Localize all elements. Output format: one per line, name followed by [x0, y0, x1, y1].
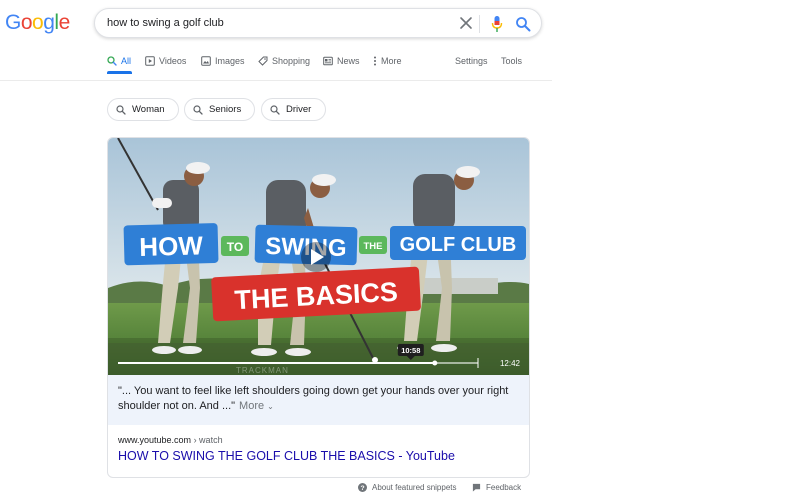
active-tab-indicator	[107, 71, 132, 74]
hover-time-label: 10:58	[401, 346, 420, 355]
title-word-how: HOW	[139, 230, 204, 262]
tab-all[interactable]: All	[107, 54, 131, 68]
result-breadcrumb: › watch	[193, 435, 223, 445]
search-icon	[116, 104, 126, 115]
help-icon: ?	[358, 482, 367, 492]
chip-driver[interactable]: Driver	[261, 98, 326, 121]
tab-more-label: More	[381, 56, 402, 66]
chip-label: Woman	[132, 104, 165, 115]
tab-images[interactable]: Images	[201, 54, 245, 68]
title-word-to: TO	[227, 240, 243, 254]
video-thumbnail[interactable]: HOW TO SWING THE GOLF CLUB THE BASICS TR…	[108, 138, 529, 375]
clear-icon[interactable]	[459, 16, 473, 30]
chevron-down-icon: ⌄	[267, 402, 274, 411]
play-button[interactable]	[301, 242, 331, 272]
video-duration: 12:42	[500, 359, 521, 368]
search-divider	[479, 15, 480, 33]
title-word-the: THE	[364, 241, 383, 252]
logo-letter: g	[43, 11, 55, 34]
tools-link[interactable]: Tools	[501, 54, 522, 68]
feedback-link[interactable]: Feedback	[472, 481, 521, 493]
grandstand	[418, 278, 498, 294]
result-url: www.youtube.com › watch	[118, 435, 223, 445]
snippet-transcript: "... You want to feel like left shoulder…	[108, 375, 529, 425]
logo-letter: o	[20, 11, 33, 34]
progress-thumb[interactable]	[432, 360, 438, 366]
tab-videos[interactable]: Videos	[145, 54, 186, 68]
more-label: More	[239, 400, 265, 412]
tab-news-label: News	[337, 56, 360, 66]
tab-more[interactable]: More	[373, 54, 402, 68]
tab-videos-label: Videos	[159, 56, 187, 66]
search-icon	[270, 104, 280, 115]
tools-label: Tools	[501, 56, 523, 66]
image-icon	[201, 56, 211, 66]
more-vertical-icon	[374, 56, 376, 66]
settings-link[interactable]: Settings	[455, 54, 488, 68]
feedback-icon	[472, 483, 481, 492]
tab-shopping[interactable]: Shopping	[258, 54, 310, 68]
news-icon	[323, 56, 333, 66]
watermark: TRACKMAN	[236, 366, 289, 375]
microphone-icon[interactable]	[491, 15, 503, 33]
svg-text:?: ?	[360, 485, 364, 492]
transcript-text: "... You want to feel like left shoulder…	[118, 385, 509, 412]
title-words-golf-club: GOLF CLUB	[400, 234, 517, 256]
about-label: About featured snippets	[372, 482, 457, 492]
search-icon	[193, 104, 203, 115]
about-featured-snippets[interactable]: ? About featured snippets	[358, 481, 457, 493]
logo-letter: o	[32, 11, 44, 34]
video-icon	[145, 56, 155, 66]
progress-fill	[118, 362, 435, 364]
video-frame: HOW TO SWING THE GOLF CLUB THE BASICS TR…	[108, 138, 529, 375]
header-divider	[0, 80, 552, 81]
chip-label: Seniors	[209, 104, 242, 115]
chip-woman[interactable]: Woman	[107, 98, 179, 121]
tab-news[interactable]: News	[323, 54, 360, 68]
featured-snippet-card: HOW TO SWING THE GOLF CLUB THE BASICS TR…	[107, 137, 530, 478]
chip-seniors[interactable]: Seniors	[184, 98, 255, 121]
settings-label: Settings	[455, 56, 488, 66]
result-domain: www.youtube.com	[118, 435, 192, 445]
tab-images-label: Images	[215, 56, 245, 66]
feedback-label: Feedback	[486, 482, 522, 492]
result-title-link[interactable]: HOW TO SWING THE GOLF CLUB THE BASICS - …	[118, 449, 455, 463]
search-input[interactable]	[107, 9, 437, 37]
tab-all-label: All	[121, 56, 132, 66]
google-logo[interactable]: Google	[5, 11, 70, 35]
search-icon	[107, 56, 117, 66]
search-icon[interactable]	[515, 16, 531, 32]
search-box	[94, 8, 542, 38]
tag-icon	[258, 56, 268, 66]
logo-letter: G	[5, 11, 21, 34]
more-toggle[interactable]: More ⌄	[239, 400, 274, 412]
video-shade	[108, 338, 529, 375]
logo-letter: e	[58, 11, 71, 34]
tab-shopping-label: Shopping	[272, 56, 311, 66]
chip-label: Driver	[286, 104, 312, 115]
